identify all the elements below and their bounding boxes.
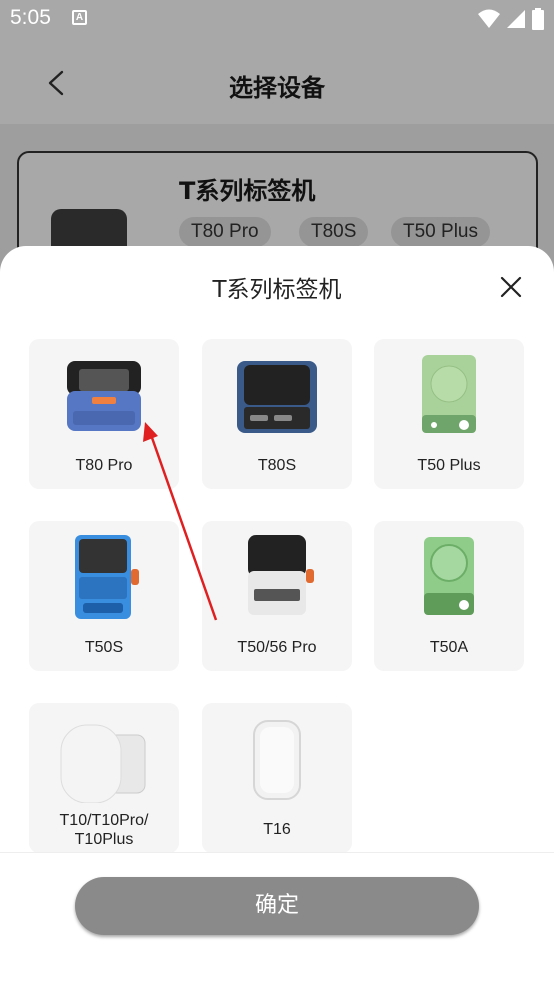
app-bar: 选择设备 <box>0 38 554 124</box>
signal-icon <box>507 10 525 28</box>
printer-navy-icon <box>237 361 317 433</box>
sheet-title: T系列标签机 <box>212 277 342 303</box>
status-icons <box>478 8 544 30</box>
bottom-sheet: T系列标签机 T80 Pro T80S T50 Plus T50S T50/56… <box>0 246 554 984</box>
device-item-t50a[interactable]: T50A <box>374 521 524 671</box>
chip-model[interactable]: T80 Pro <box>179 217 271 247</box>
divider <box>0 852 554 853</box>
printer-pebble-icon <box>60 724 146 803</box>
series-card-title: T系列标签机 <box>179 177 316 205</box>
printer-blue-icon <box>67 361 141 431</box>
device-item-t10[interactable]: T10/T10Pro/ T10Plus <box>29 703 179 853</box>
printer-green-icon <box>422 355 476 433</box>
device-item-t50s[interactable]: T50S <box>29 521 179 671</box>
printer-green-round-icon <box>424 537 474 615</box>
printer-lightblue-icon <box>75 535 139 619</box>
chip-model[interactable]: T50 Plus <box>391 217 490 247</box>
close-icon <box>500 276 522 298</box>
device-item-t50-56-pro[interactable]: T50/56 Pro <box>202 521 352 671</box>
device-label: T80S <box>257 457 297 474</box>
printer-rounded-white-icon <box>253 720 301 800</box>
device-label: T50S <box>84 639 124 656</box>
device-item-t50-plus[interactable]: T50 Plus <box>374 339 524 489</box>
device-item-t80s[interactable]: T80S <box>202 339 352 489</box>
device-label: T50A <box>429 639 469 656</box>
device-label: T16 <box>263 821 291 838</box>
page-title: 选择设备 <box>229 74 325 102</box>
device-item-t16[interactable]: T16 <box>202 703 352 853</box>
device-item-t80-pro[interactable]: T80 Pro <box>29 339 179 489</box>
chip-model[interactable]: T80S <box>299 217 369 247</box>
close-button[interactable] <box>496 272 526 302</box>
printer-white-icon <box>248 535 314 615</box>
device-label: T10/T10Pro/ T10Plus <box>59 812 149 848</box>
battery-icon <box>532 8 544 30</box>
confirm-button[interactable]: 确定 <box>75 877 479 935</box>
status-bar: 5:05 A <box>0 0 554 38</box>
device-label: T50/56 Pro <box>237 639 317 656</box>
device-label: T80 Pro <box>75 457 133 474</box>
wifi-icon <box>478 9 500 28</box>
device-label: T50 Plus <box>417 457 481 474</box>
status-time: 5:05 <box>10 6 51 29</box>
notification-icon: A <box>72 10 87 25</box>
